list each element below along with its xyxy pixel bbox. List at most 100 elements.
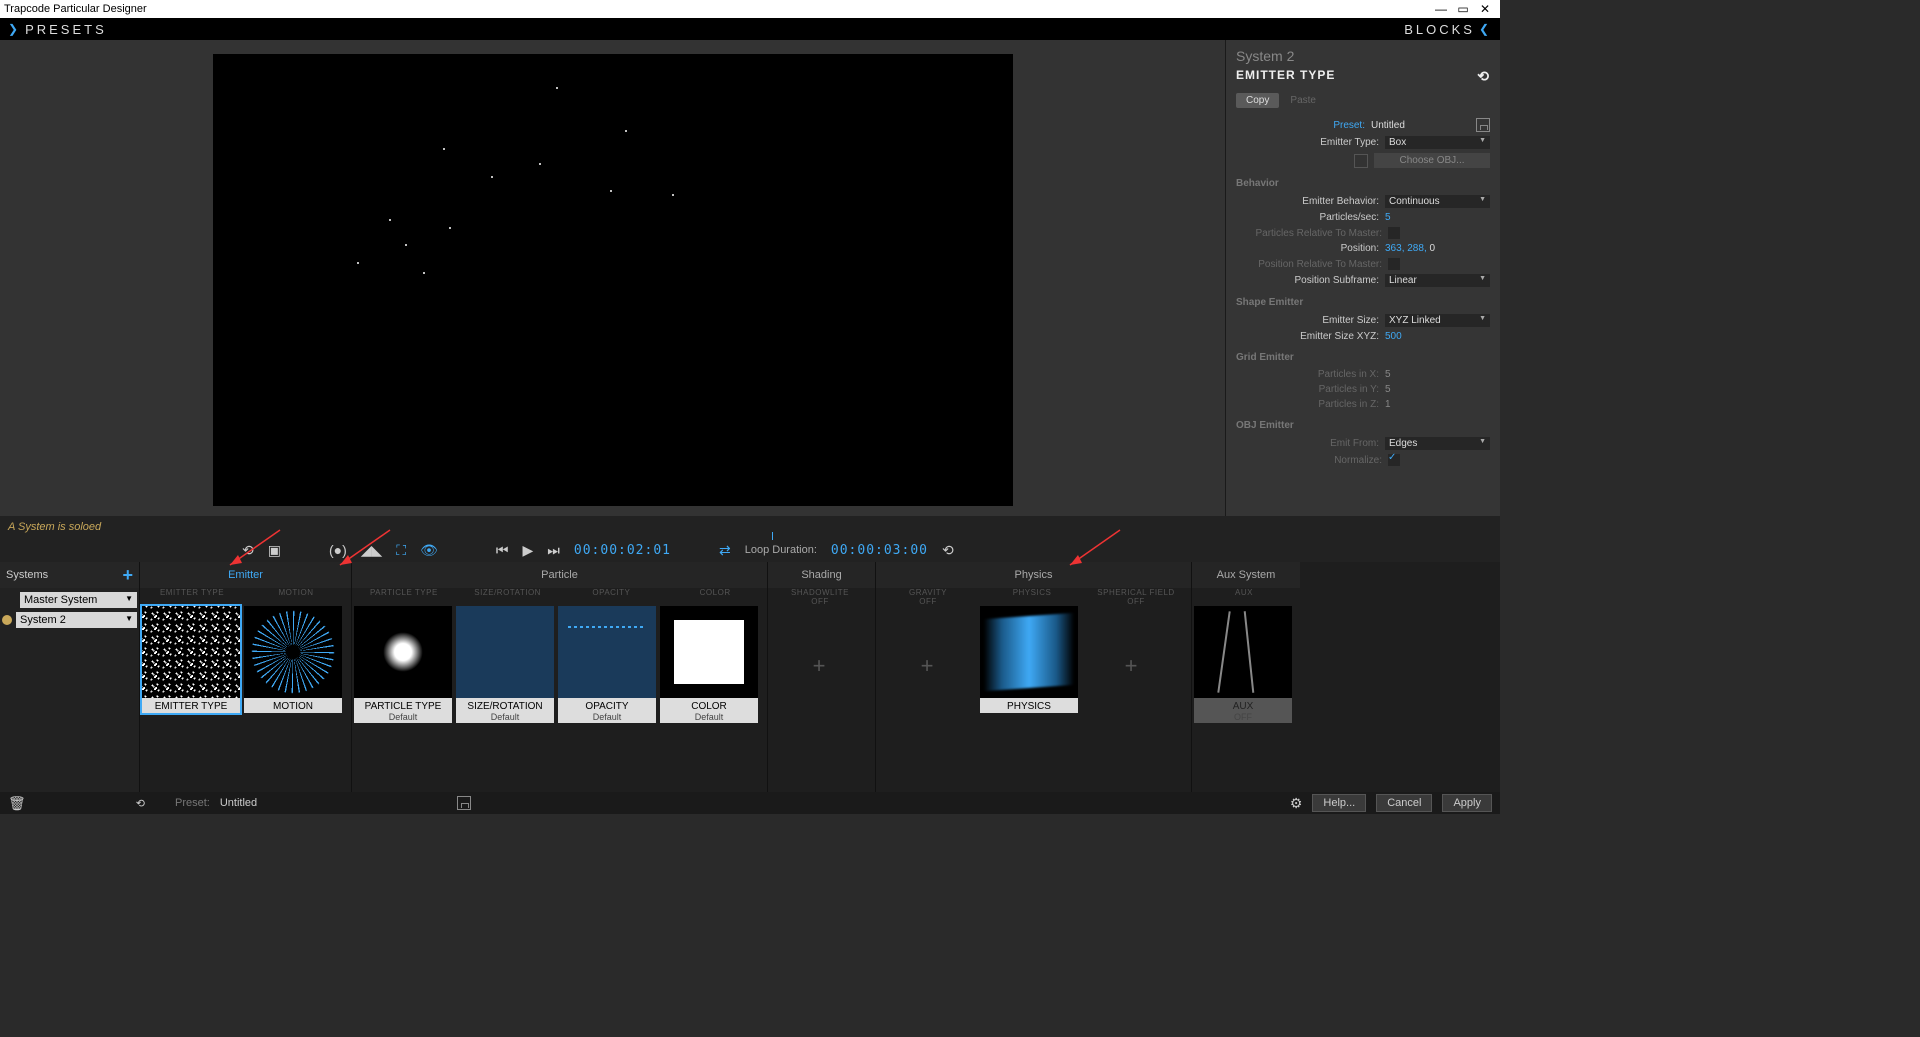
block-physics[interactable]: PHYSICS [980, 606, 1078, 726]
cancel-button[interactable]: Cancel [1376, 794, 1432, 812]
block-emitter-type[interactable]: EMITTER TYPE [142, 606, 240, 713]
group-physics[interactable]: Physics [876, 562, 1191, 588]
paste-button[interactable]: Paste [1282, 93, 1324, 108]
particles-y-label: Particles in Y: [1236, 384, 1385, 395]
loop-icon[interactable]: ⇄ [719, 542, 731, 559]
reset-icon[interactable]: ⟲ [1477, 68, 1490, 85]
blocklabel-physics: PHYSICS [980, 588, 1084, 604]
bottom-preset-value[interactable]: Untitled [220, 797, 257, 809]
blocklabel-motion: MOTION [244, 588, 348, 604]
obj-emitter-header: OBJ Emitter [1236, 420, 1490, 431]
thumb-size-rotation [456, 606, 554, 698]
emitter-behavior-label: Emitter Behavior: [1236, 196, 1385, 207]
behavior-header: Behavior [1236, 178, 1490, 189]
block-color[interactable]: COLORDefault [660, 606, 758, 723]
dof-icon[interactable]: (●) [329, 542, 347, 558]
cap-particle-type: PARTICLE TYPEDefault [354, 698, 452, 723]
cap-opacity: OPACITYDefault [558, 698, 656, 723]
blocklabel-shadowlite: SHADOWLITE OFF [768, 588, 872, 604]
save-preset-icon[interactable] [1476, 118, 1490, 132]
pos-subframe-dropdown[interactable]: Linear [1385, 274, 1490, 287]
blocklabel-color: COLOR [663, 588, 767, 604]
normalize-checkbox[interactable] [1388, 454, 1400, 466]
emitter-type-dropdown[interactable]: Box [1385, 136, 1490, 149]
timecode[interactable]: 00:00:02:01 [574, 543, 671, 558]
group-particle[interactable]: Particle [352, 562, 767, 588]
group-shading[interactable]: Shading [768, 562, 875, 588]
playhead-icon[interactable] [772, 532, 773, 540]
forward-icon[interactable]: ⏭ [547, 542, 560, 559]
thumb-physics [980, 606, 1078, 698]
properties-panel: System 2 EMITTER TYPE ⟲ Copy Paste Prese… [1225, 40, 1500, 516]
emit-from-dropdown[interactable]: Edges [1385, 437, 1490, 450]
thumb-aux [1194, 606, 1292, 698]
rel-master-label: Particles Relative To Master: [1236, 228, 1388, 239]
block-motion[interactable]: MOTION [244, 606, 342, 713]
rewind-icon[interactable]: ⏮ [496, 542, 509, 559]
loop-label: Loop Duration: [745, 544, 817, 556]
emitter-size-xyz-value[interactable]: 500 [1385, 331, 1490, 342]
motionblur-icon[interactable]: ◢◣ [361, 542, 383, 559]
particles-y-value: 5 [1385, 384, 1490, 395]
particles-sec-value[interactable]: 5 [1385, 212, 1490, 223]
solo-status: A System is soloed [8, 521, 101, 533]
blocks-area: Emitter EMITTER TYPE MOTION EMITTER TYPE… [140, 562, 1500, 792]
loop-value[interactable]: 00:00:03:00 [831, 543, 928, 558]
solo-icon[interactable] [2, 615, 12, 625]
blocks-toggle-icon[interactable]: ❮ [1475, 22, 1496, 36]
window-minimize[interactable]: — [1430, 2, 1452, 16]
status-bar: A System is soloed [0, 516, 1500, 538]
position-value[interactable]: 363, 288, 0 [1385, 243, 1490, 254]
play-icon[interactable]: ▶ [523, 542, 534, 559]
transport-bar: ⟲ ▣ (●) ◢◣ ⛶ 👁 ⏮ ▶ ⏭ 00:00:02:01 ⇄ Loop … [0, 538, 1500, 562]
blocks-label[interactable]: BLOCKS [1404, 22, 1475, 37]
blocklabel-spherical: SPHERICAL FIELD OFF [1084, 588, 1188, 604]
pos-rel-master-checkbox[interactable] [1388, 258, 1400, 270]
help-button[interactable]: Help... [1312, 794, 1366, 812]
emitter-behavior-dropdown[interactable]: Continuous [1385, 195, 1490, 208]
window-close[interactable]: ✕ [1474, 2, 1496, 16]
window-titlebar: Trapcode Particular Designer — ▭ ✕ [0, 0, 1500, 18]
obj-swatch[interactable] [1354, 154, 1368, 168]
block-size-rotation[interactable]: SIZE/ROTATIONDefault [456, 606, 554, 723]
settings-icon[interactable]: ⚙ [1290, 795, 1303, 812]
fit-icon[interactable]: ⛶ [396, 542, 406, 559]
apply-button[interactable]: Apply [1442, 794, 1492, 812]
camera-icon[interactable]: ▣ [268, 542, 281, 559]
cap-physics: PHYSICS [980, 698, 1078, 713]
visibility-icon[interactable]: 👁 [420, 542, 438, 559]
thumb-opacity [558, 606, 656, 698]
thumb-motion [244, 606, 342, 698]
add-system-icon[interactable]: + [122, 565, 133, 586]
add-gravity-block[interactable]: + [878, 606, 976, 726]
blocklabel-opacity: OPACITY [560, 588, 664, 604]
block-aux[interactable]: AUXOFF [1194, 606, 1292, 723]
reset-bottom-icon[interactable]: ⟲ [136, 797, 145, 810]
cap-size-rotation: SIZE/ROTATIONDefault [456, 698, 554, 723]
presets-label[interactable]: PRESETS [25, 22, 107, 37]
undo-icon[interactable]: ⟲ [242, 542, 254, 559]
window-maximize[interactable]: ▭ [1452, 2, 1474, 16]
preview-area [0, 40, 1225, 516]
emitter-size-dropdown[interactable]: XYZ Linked [1385, 314, 1490, 327]
block-particle-type[interactable]: PARTICLE TYPEDefault [354, 606, 452, 723]
trash-icon[interactable]: 🗑 [8, 795, 26, 812]
loop-reset-icon[interactable]: ⟲ [942, 542, 954, 559]
group-emitter[interactable]: Emitter [140, 562, 351, 588]
choose-obj-button[interactable]: Choose OBJ... [1374, 153, 1490, 168]
group-aux[interactable]: Aux System [1192, 562, 1300, 588]
add-shading-block[interactable]: + [770, 606, 868, 726]
position-label: Position: [1236, 243, 1385, 254]
add-spherical-block[interactable]: + [1082, 606, 1180, 726]
presets-toggle-icon[interactable]: ❯ [4, 22, 25, 36]
master-system-dropdown[interactable]: Master System [20, 592, 137, 608]
bottom-save-icon[interactable] [457, 796, 471, 810]
copy-button[interactable]: Copy [1236, 93, 1279, 108]
emitter-size-label: Emitter Size: [1236, 315, 1385, 326]
rel-master-checkbox[interactable] [1388, 227, 1400, 239]
system2-dropdown[interactable]: System 2 [16, 612, 137, 628]
preview-canvas[interactable] [213, 54, 1013, 506]
block-opacity[interactable]: OPACITYDefault [558, 606, 656, 723]
preset-value[interactable]: Untitled [1371, 120, 1476, 131]
cap-color: COLORDefault [660, 698, 758, 723]
